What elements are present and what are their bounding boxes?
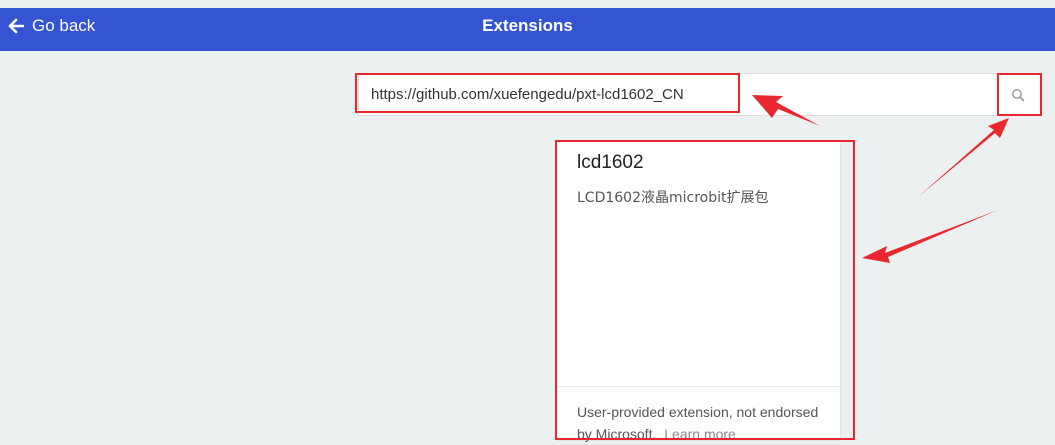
annotation-arrows xyxy=(752,95,1009,263)
learn-more-link[interactable]: Learn more xyxy=(664,426,736,442)
extension-footer: User-provided extension, not endorsed by… xyxy=(557,386,840,445)
extension-description: LCD1602液晶microbit扩展包 xyxy=(577,190,769,206)
search-icon xyxy=(1012,88,1025,101)
arrow-to-search-button-icon xyxy=(918,118,1009,197)
page-title: Extensions xyxy=(482,15,573,35)
header-bar: Go back Extensions xyxy=(0,8,1055,51)
arrow-to-card-icon xyxy=(862,210,998,263)
search-button[interactable] xyxy=(995,74,1041,115)
search-input[interactable] xyxy=(371,74,971,115)
extension-card[interactable]: lcd1602 LCD1602液晶microbit扩展包 User-provid… xyxy=(557,140,840,442)
search-box xyxy=(358,73,1042,116)
extension-name: lcd1602 xyxy=(577,152,644,173)
